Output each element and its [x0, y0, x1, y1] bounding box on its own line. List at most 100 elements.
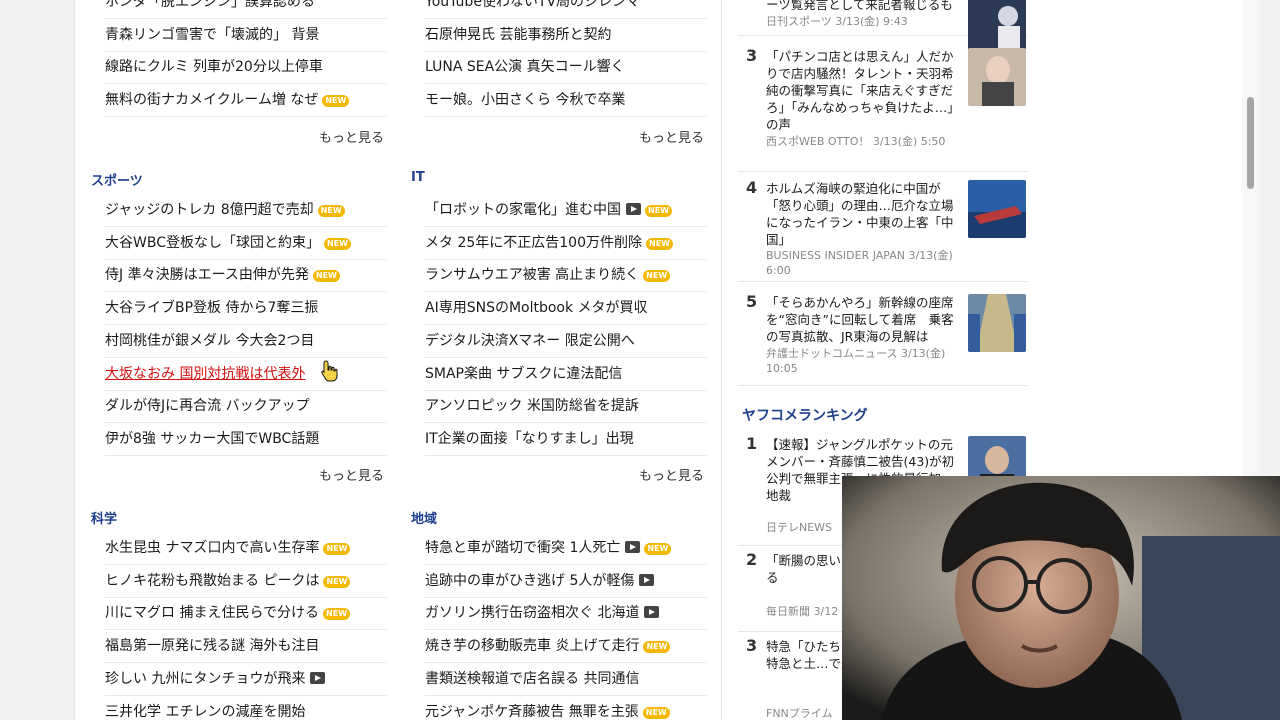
ranking-item[interactable]: ーツ覧発言として来記者報じるも 日刊スポーツ 3/13(金) 9:43 [738, 0, 1028, 54]
ranking-item[interactable]: 5 「そらあかんやろ」新幹線の座席を“窓向き”に回転して着席 乗客の写真拡散、JR… [738, 282, 1028, 386]
news-item[interactable]: 川にマグロ 捕まえ住民らで分ける NEW [105, 597, 387, 631]
news-item[interactable]: 大谷WBC登板なし「球団と約束」NEW [105, 227, 387, 260]
news-item-title[interactable]: ジャッジのトレカ 8億円超で売却 [105, 202, 314, 218]
more-link[interactable]: もっと見る [639, 127, 721, 146]
rank-source: 西スポWEB OTTO！ 3/13(金) 5:50 [766, 135, 946, 148]
news-item[interactable]: LUNA SEA公演 真矢コール響く [425, 51, 707, 85]
news-item[interactable]: 元ジャンポケ斉藤被告 無罪を主張NEW [425, 696, 707, 720]
news-item[interactable]: メタ 25年に不正広告100万件削除 NEW [425, 227, 707, 260]
news-item-title[interactable]: AI専用SNSのMoltbook メタが買収 [425, 300, 648, 316]
news-item-title[interactable]: 追跡中の車がひき逃げ 5人が軽傷 [425, 573, 634, 589]
news-item[interactable]: ダルが侍Jに再合流 バックアップ [105, 390, 387, 424]
news-item[interactable]: 伊が8強 サッカー大国でWBC話題 [105, 423, 387, 456]
news-item[interactable]: デジタル決済Xマネー 限定公開へ [425, 325, 707, 358]
news-item[interactable]: アンソロピック 米国防総省を提訴 [425, 390, 707, 424]
rank-headline[interactable]: ホルムズ海峡の緊迫化に中国が「怒り心頭」の理由…厄介な立場になったイラン・中東の… [766, 180, 956, 248]
news-item[interactable]: AI専用SNSのMoltbook メタが買収 [425, 292, 707, 326]
news-thumbnail[interactable] [968, 180, 1026, 238]
news-item[interactable]: 大谷ライブBP登板 侍から7奪三振 [105, 292, 387, 326]
news-item-title[interactable]: 書類送検報道で店名誤る 共同通信 [425, 671, 639, 687]
news-item-title[interactable]: 元ジャンポケ斉藤被告 無罪を主張 [425, 704, 639, 720]
news-item[interactable]: ヒノキ花粉も飛散始まる ピークは NEW [105, 565, 387, 598]
news-item-title[interactable]: メタ 25年に不正広告100万件削除 [425, 235, 642, 251]
news-item-title[interactable]: ランサムウエア被害 高止まり続く [425, 267, 639, 283]
news-item[interactable]: 村岡桃佳が銀メダル 今大会2つ目 [105, 325, 387, 358]
news-item-title[interactable]: ダルが侍Jに再合流 バックアップ [105, 398, 310, 414]
it-section: IT 「ロボットの家電化」進む中国 NEW メタ 25年に不正広告100万件削除 NE… [411, 168, 707, 468]
news-item[interactable]: 「ロボットの家電化」進む中国 NEW [425, 194, 707, 227]
news-item[interactable]: ガソリン携行缶窃盗相次ぐ 北海道 [425, 597, 707, 631]
new-badge: NEW [642, 706, 670, 719]
section-title-science[interactable]: 科学 [91, 508, 117, 527]
news-item-title[interactable]: ガソリン携行缶窃盗相次ぐ 北海道 [425, 605, 639, 621]
news-item[interactable]: 青森リンゴ雪害で「壊滅的」 背景 [105, 19, 387, 52]
news-item-title[interactable]: 村岡桃佳が銀メダル 今大会2つ目 [105, 333, 314, 349]
news-item-title[interactable]: 大坂なおみ 国別対抗戦は代表外 [105, 366, 305, 382]
rank-number: 3 [746, 636, 758, 655]
rank-headline[interactable]: 「パチンコ店とは思えん」人だかりで店内騒然！タレント・天羽希純の衝撃写真に「来店… [766, 48, 956, 133]
news-item-title[interactable]: 伊が8強 サッカー大国でWBC話題 [105, 431, 319, 447]
news-item[interactable]: モー娘。小田さくら 今秋で卒業 [425, 84, 707, 118]
more-link[interactable]: もっと見る [639, 465, 721, 484]
news-item-title[interactable]: 石原伸晃氏 芸能事務所と契約 [425, 27, 611, 43]
rank-headline[interactable]: 「そらあかんやろ」新幹線の座席を“窓向き”に回転して着席 乗客の写真拡散、JR東… [766, 294, 956, 345]
news-item-title[interactable]: ヒノキ花粉も飛散始まる ピークは [105, 573, 319, 589]
ranking-item[interactable]: 3 「パチンコ店とは思えん」人だかりで店内騒然！タレント・天羽希純の衝撃写真に「来… [738, 38, 1028, 172]
news-item-title[interactable]: デジタル決済Xマネー 限定公開へ [425, 333, 635, 349]
news-item[interactable]: 書類送検報道で店名誤る 共同通信 [425, 663, 707, 696]
new-badge: NEW [323, 543, 351, 555]
yafuko-ranking-title[interactable]: ヤフコメランキング [742, 405, 868, 425]
news-item[interactable]: 福島第一原発に残る謎 海外も注目 [105, 630, 387, 664]
ranking-item[interactable]: 4 ホルムズ海峡の緊迫化に中国が「怒り心頭」の理由…厄介な立場になったイラン・中東… [738, 172, 1028, 282]
news-item-title[interactable]: アンソロピック 米国防総省を提訴 [425, 398, 639, 414]
news-item-title[interactable]: SMAP楽曲 サブスクに違法配信 [425, 366, 622, 382]
news-item[interactable]: 大坂なおみ 国別対抗戦は代表外 [105, 358, 387, 391]
news-item-title[interactable]: 青森リンゴ雪害で「壊滅的」 背景 [105, 27, 319, 43]
news-item[interactable]: IT企業の面接「なりすまし」出現 [425, 423, 707, 456]
new-badge: NEW [646, 237, 673, 250]
news-item[interactable]: 侍J 準々決勝はエース由伸が先発NEW [105, 259, 387, 293]
news-thumbnail[interactable] [968, 294, 1026, 352]
news-item-title[interactable]: YouTube使わないTV局のジレンマ [425, 0, 640, 10]
section-title-local[interactable]: 地域 [411, 508, 437, 527]
new-badge: NEW [312, 270, 340, 283]
news-item-title[interactable]: 線路にクルミ 列車が20分以上停車 [105, 59, 323, 75]
news-item-title[interactable]: 三井化学 エチレンの減産を開始 [105, 704, 305, 720]
news-item-title[interactable]: 川にマグロ 捕まえ住民らで分ける [105, 605, 319, 621]
rank-source: BUSINESS INSIDER JAPAN 3/13(金) 6:00 [766, 249, 953, 277]
news-item-title[interactable]: ホンダ「脱エンジン」誤算認める [105, 0, 315, 10]
news-item[interactable]: YouTube使わないTV局のジレンマ [425, 0, 707, 19]
news-item-title[interactable]: 福島第一原発に残る謎 海外も注目 [105, 638, 319, 654]
news-item-title[interactable]: 水生昆虫 ナマズ口内で高い生存率 [105, 540, 319, 556]
news-item[interactable]: 水生昆虫 ナマズ口内で高い生存率 NEW [105, 532, 387, 565]
news-item[interactable]: 無料の街ナカメイクルーム増 なぜ NEW [105, 84, 387, 118]
news-item-title[interactable]: 大谷ライブBP登板 侍から7奪三振 [105, 300, 318, 316]
news-item-title[interactable]: LUNA SEA公演 真矢コール響く [425, 59, 625, 75]
news-item[interactable]: ランサムウエア被害 高止まり続く NEW [425, 259, 707, 293]
news-item-title[interactable]: 無料の街ナカメイクルーム増 なぜ [105, 92, 318, 108]
news-item[interactable]: SMAP楽曲 サブスクに違法配信 [425, 358, 707, 391]
news-item-title[interactable]: 「ロボットの家電化」進む中国 [425, 202, 621, 218]
news-item-title[interactable]: 侍J 準々決勝はエース由伸が先発 [105, 267, 309, 283]
section-title-it[interactable]: IT [411, 170, 425, 185]
rank-headline[interactable]: ーツ覧発言として来記者報じるも [766, 0, 956, 13]
rank-number: 3 [746, 46, 758, 65]
news-item-title[interactable]: 大谷WBC登板なし「球団と約束」 [105, 235, 320, 251]
news-item[interactable]: 三井化学 エチレンの減産を開始 [105, 696, 387, 720]
news-item-title[interactable]: モー娘。小田さくら 今秋で卒業 [425, 92, 625, 108]
news-item-title[interactable]: IT企業の面接「なりすまし」出現 [425, 431, 634, 447]
scroll-thumb[interactable] [1247, 97, 1254, 189]
news-item[interactable]: 焼き芋の移動販売車 炎上げて走行 NEW [425, 630, 707, 664]
news-item-title[interactable]: 特急と車が踏切で衝突 1人死亡 [425, 540, 620, 556]
news-item-title[interactable]: 焼き芋の移動販売車 炎上げて走行 [425, 638, 639, 654]
news-thumbnail[interactable] [968, 48, 1026, 106]
news-item[interactable]: 石原伸晃氏 芸能事務所と契約 [425, 19, 707, 52]
news-item-title[interactable]: 珍しい 九州にタンチョウが飛来 [105, 671, 305, 687]
news-item[interactable]: 追跡中の車がひき逃げ 5人が軽傷 [425, 565, 707, 598]
section-title-sports[interactable]: スポーツ [91, 170, 143, 189]
news-item[interactable]: 特急と車が踏切で衝突 1人死亡 NEW [425, 532, 707, 565]
news-item[interactable]: ジャッジのトレカ 8億円超で売却NEW [105, 194, 387, 227]
news-item[interactable]: ホンダ「脱エンジン」誤算認める [105, 0, 387, 19]
news-item[interactable]: 線路にクルミ 列車が20分以上停車 [105, 51, 387, 85]
news-item[interactable]: 珍しい 九州にタンチョウが飛来 [105, 663, 387, 696]
